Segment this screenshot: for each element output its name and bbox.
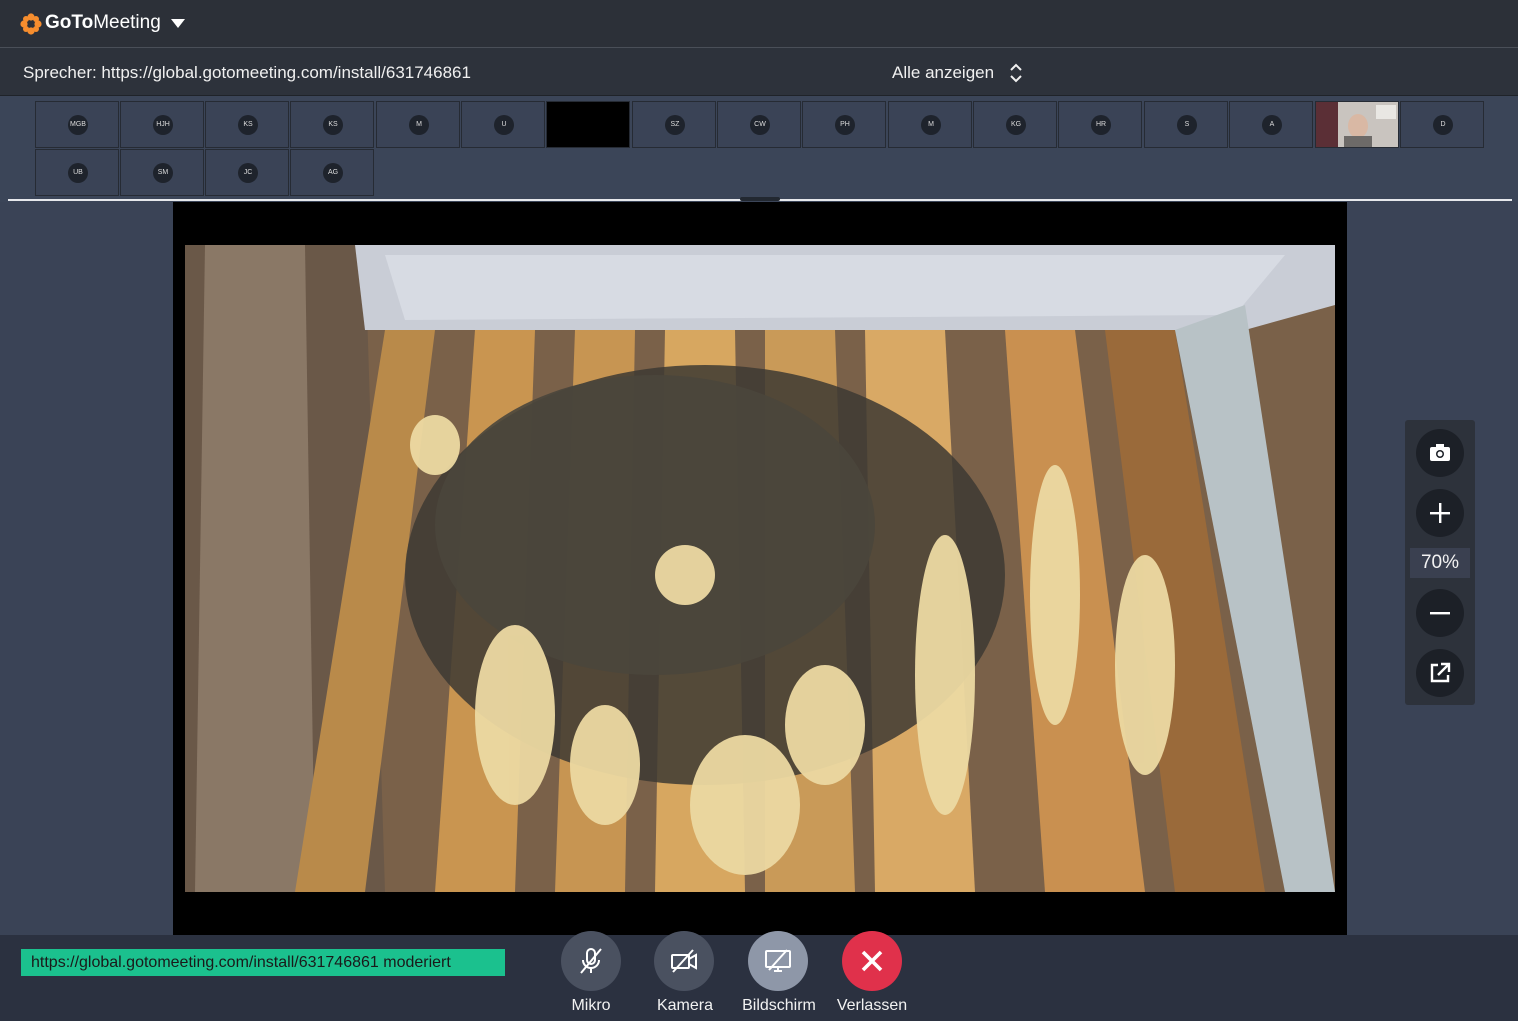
participant-tile[interactable]: AG bbox=[290, 149, 374, 196]
camera-button[interactable] bbox=[654, 931, 714, 991]
show-all-button[interactable]: Alle anzeigen bbox=[892, 63, 994, 83]
participant-tile[interactable]: CW bbox=[717, 101, 801, 148]
participant-avatar: D bbox=[1433, 115, 1453, 135]
screenshot-button[interactable] bbox=[1416, 429, 1464, 477]
speaker-label: Sprecher: https://global.gotomeeting.com… bbox=[23, 63, 471, 82]
leave-button[interactable] bbox=[842, 931, 902, 991]
participant-avatar: M bbox=[409, 115, 429, 135]
participant-avatar: JC bbox=[238, 163, 258, 183]
resize-handle[interactable] bbox=[740, 197, 780, 201]
participant-tile[interactable]: M bbox=[888, 101, 972, 148]
participant-tile[interactable]: A bbox=[1229, 101, 1313, 148]
participant-tile[interactable]: PH bbox=[802, 101, 886, 148]
participant-avatar: KG bbox=[1006, 115, 1026, 135]
participant-avatar: KS bbox=[238, 115, 258, 135]
participant-avatar: U bbox=[494, 115, 514, 135]
participant-avatar: M bbox=[921, 115, 941, 135]
participant-avatar: HJH bbox=[153, 115, 173, 135]
camera-icon bbox=[1430, 444, 1450, 461]
participant-avatar: MGB bbox=[68, 115, 88, 135]
zoom-panel: 70% bbox=[1405, 420, 1475, 705]
participant-tile[interactable]: HR bbox=[1058, 101, 1142, 148]
participant-tile[interactable]: KS bbox=[290, 101, 374, 148]
plus-icon bbox=[1430, 503, 1450, 523]
moderator-status-badge: https://global.gotomeeting.com/install/6… bbox=[21, 949, 505, 976]
participant-tile[interactable]: KG bbox=[973, 101, 1057, 148]
participant-tile[interactable]: SZ bbox=[632, 101, 716, 148]
participant-avatar: PH bbox=[835, 115, 855, 135]
camera-off-icon bbox=[671, 949, 697, 973]
popout-button[interactable] bbox=[1416, 649, 1464, 697]
participant-video-frame bbox=[1316, 102, 1398, 147]
participant-avatar: SZ bbox=[665, 115, 685, 135]
participant-tile[interactable]: JC bbox=[205, 149, 289, 196]
leave-label: Verlassen bbox=[836, 997, 908, 1014]
participant-tile[interactable]: U bbox=[461, 101, 545, 148]
screen-share-icon bbox=[765, 949, 791, 972]
screen-share-button[interactable] bbox=[748, 931, 808, 991]
participant-avatar: AG bbox=[323, 163, 343, 183]
zoom-in-button[interactable] bbox=[1416, 489, 1464, 537]
minus-icon bbox=[1430, 612, 1450, 615]
shared-screen-image bbox=[185, 245, 1335, 892]
participant-tile[interactable]: S bbox=[1144, 101, 1228, 148]
participant-avatar: A bbox=[1262, 115, 1282, 135]
title-bar: GoToMeeting bbox=[0, 0, 1518, 48]
participant-tile[interactable]: KS bbox=[205, 101, 289, 148]
participant-strip: MGB HJH KS KS M U SZ CW PH M KG HR S A D… bbox=[0, 96, 1518, 202]
mic-muted-icon bbox=[580, 948, 602, 974]
participant-tile[interactable]: D bbox=[1400, 101, 1484, 148]
shared-screen-stage bbox=[173, 202, 1347, 935]
zoom-out-button[interactable] bbox=[1416, 589, 1464, 637]
speaker-bar: Sprecher: https://global.gotomeeting.com… bbox=[0, 48, 1518, 96]
participant-tile[interactable]: M bbox=[376, 101, 460, 148]
participant-tile-video[interactable] bbox=[1315, 101, 1399, 148]
close-icon bbox=[861, 950, 883, 972]
participant-tile-video-off[interactable] bbox=[546, 101, 630, 148]
gotomeeting-logo-icon bbox=[20, 13, 42, 35]
app-menu-chevron-down-icon[interactable] bbox=[171, 19, 185, 28]
zoom-level: 70% bbox=[1410, 548, 1470, 578]
app-name: GoToMeeting bbox=[45, 12, 161, 33]
participant-avatar: UB bbox=[68, 163, 88, 183]
participant-avatar: HR bbox=[1091, 115, 1111, 135]
participant-tile[interactable]: HJH bbox=[120, 101, 204, 148]
participant-tile[interactable]: SM bbox=[120, 149, 204, 196]
participant-avatar: S bbox=[1177, 115, 1197, 135]
participant-tile[interactable]: MGB bbox=[35, 101, 119, 148]
participant-avatar: KS bbox=[323, 115, 343, 135]
popout-icon bbox=[1430, 662, 1451, 683]
participant-avatar: SM bbox=[153, 163, 173, 183]
participant-avatar: CW bbox=[750, 115, 770, 135]
mic-button[interactable] bbox=[561, 931, 621, 991]
participant-tile[interactable]: UB bbox=[35, 149, 119, 196]
sort-chevrons-icon[interactable] bbox=[1008, 61, 1024, 85]
